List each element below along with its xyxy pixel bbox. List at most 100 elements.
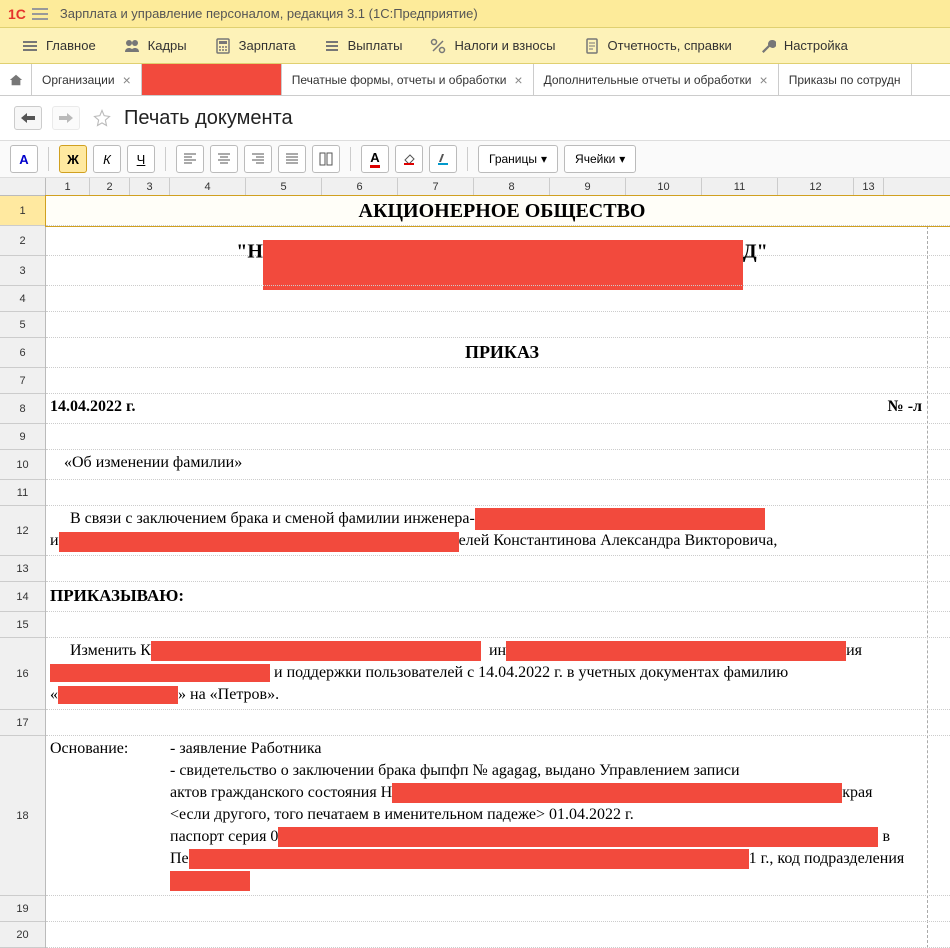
row-header[interactable]: 1 [0,196,45,226]
col-header[interactable]: 12 [778,178,854,195]
close-icon[interactable]: × [760,72,768,88]
row-header[interactable]: 12 [0,506,45,556]
row-header[interactable]: 13 [0,556,45,582]
tab-organizacii[interactable]: Организации × [32,64,142,95]
menu-otchetnost[interactable]: Отчетность, справки [570,28,746,64]
col-header[interactable]: 9 [550,178,626,195]
redaction [392,783,842,803]
row-header[interactable]: 7 [0,368,45,394]
favorite-button[interactable] [90,106,114,130]
row-header[interactable]: 15 [0,612,45,638]
align-justify-button[interactable] [278,145,306,173]
row-header[interactable]: 6 [0,338,45,368]
col-header[interactable]: 10 [626,178,702,195]
tab-prikazy[interactable]: Приказы по сотрудн [779,64,912,95]
basis-text: - заявление Работника - свидетельство о … [170,738,946,892]
tab-label: Организации [42,73,115,87]
font-button[interactable]: A [10,145,38,173]
tab-pechatnye-formy[interactable]: Печатные формы, отчеты и обработки × [282,64,534,95]
tab-redacted[interactable] [142,64,282,95]
col-header[interactable]: 3 [130,178,170,195]
italic-button[interactable]: К [93,145,121,173]
col-header[interactable]: 13 [854,178,884,195]
redaction [506,641,846,661]
home-tab[interactable] [0,64,32,95]
doc-icon [584,38,600,54]
doc-para1: В связи с заключением брака и сменой фам… [50,508,946,552]
row-header[interactable]: 20 [0,922,45,948]
chevron-down-icon: ▾ [619,152,625,166]
clear-format-button[interactable] [429,145,457,173]
menu-vyplaty[interactable]: Выплаты [310,28,417,64]
col-header[interactable]: 4 [170,178,246,195]
underline-button[interactable]: Ч [127,145,155,173]
row-headers: 1 2 3 4 5 6 7 8 9 10 11 12 13 14 15 16 1… [0,196,46,948]
list-icon [324,38,340,54]
row-header[interactable]: 17 [0,710,45,736]
align-left-button[interactable] [176,145,204,173]
menu-icon [22,38,38,54]
cells-dropdown[interactable]: Ячейки▾ [564,145,636,173]
nav-back-button[interactable] [14,106,42,130]
close-icon[interactable]: × [514,72,522,88]
col-header[interactable]: 5 [246,178,322,195]
columns-button[interactable] [312,145,340,173]
doc-date: 14.04.2022 г. [50,398,135,416]
bold-button[interactable]: Ж [59,145,87,173]
font-color-button[interactable]: А [361,145,389,173]
col-header[interactable]: 7 [398,178,474,195]
row-header[interactable]: 5 [0,312,45,338]
col-header[interactable]: 2 [90,178,130,195]
align-right-button[interactable] [244,145,272,173]
column-headers: 1 2 3 4 5 6 7 8 9 10 11 12 13 [0,178,950,196]
row-header[interactable]: 8 [0,394,45,424]
row-header[interactable]: 10 [0,450,45,480]
menu-label: Настройка [784,38,848,53]
wrench-icon [760,38,776,54]
redaction [189,849,749,869]
row-header[interactable]: 18 [0,736,45,896]
row-header[interactable]: 16 [0,638,45,710]
row-header[interactable]: 9 [0,424,45,450]
tab-dop-otchety[interactable]: Дополнительные отчеты и обработки × [534,64,779,95]
people-icon [124,38,140,54]
menu-nastroika[interactable]: Настройка [746,28,862,64]
col-header[interactable]: 1 [46,178,90,195]
page-header: Печать документа [0,96,950,140]
menu-nalogi[interactable]: Налоги и взносы [416,28,569,64]
align-center-button[interactable] [210,145,238,173]
col-header[interactable]: 6 [322,178,398,195]
menu-main[interactable]: Главное [8,28,110,64]
menu-zarplata[interactable]: Зарплата [201,28,310,64]
row-header[interactable]: 19 [0,896,45,922]
row-header[interactable]: 3 [0,256,45,286]
menu-label: Налоги и взносы [454,38,555,53]
redaction [278,827,878,847]
row-header[interactable]: 11 [0,480,45,506]
tab-label: Печатные формы, отчеты и обработки [292,73,507,87]
org-title-1: АКЦИОНЕРНОЕ ОБЩЕСТВО [50,200,950,223]
row-header[interactable]: 4 [0,286,45,312]
close-icon[interactable]: × [123,72,131,88]
main-menu: Главное Кадры Зарплата Выплаты Налоги и … [0,28,950,64]
row-header[interactable]: 14 [0,582,45,612]
tab-label: Приказы по сотрудн [789,73,901,87]
app-title: Зарплата и управление персоналом, редакц… [60,6,478,21]
borders-label: Границы [489,152,537,166]
nav-forward-button[interactable] [52,106,80,130]
col-header[interactable]: 8 [474,178,550,195]
tab-bar: Организации × Печатные формы, отчеты и о… [0,64,950,96]
menu-kadry[interactable]: Кадры [110,28,201,64]
fill-color-button[interactable] [395,145,423,173]
row-header[interactable]: 2 [0,226,45,256]
format-toolbar: A Ж К Ч А Границы▾ Ячейки▾ [0,140,950,178]
tab-label: Дополнительные отчеты и обработки [544,73,752,87]
logo-1c: 1C [8,6,26,22]
corner-cell[interactable] [0,178,46,195]
borders-dropdown[interactable]: Границы▾ [478,145,558,173]
col-header[interactable]: 11 [702,178,778,195]
spreadsheet[interactable]: 1 2 3 4 5 6 7 8 9 10 11 12 13 1 2 3 4 5 … [0,178,950,948]
hamburger-icon[interactable] [32,8,48,20]
cells-area[interactable]: АКЦИОНЕРНОЕ ОБЩЕСТВО "НД" ПРИКАЗ 14.04.2… [46,196,950,948]
calc-icon [215,38,231,54]
